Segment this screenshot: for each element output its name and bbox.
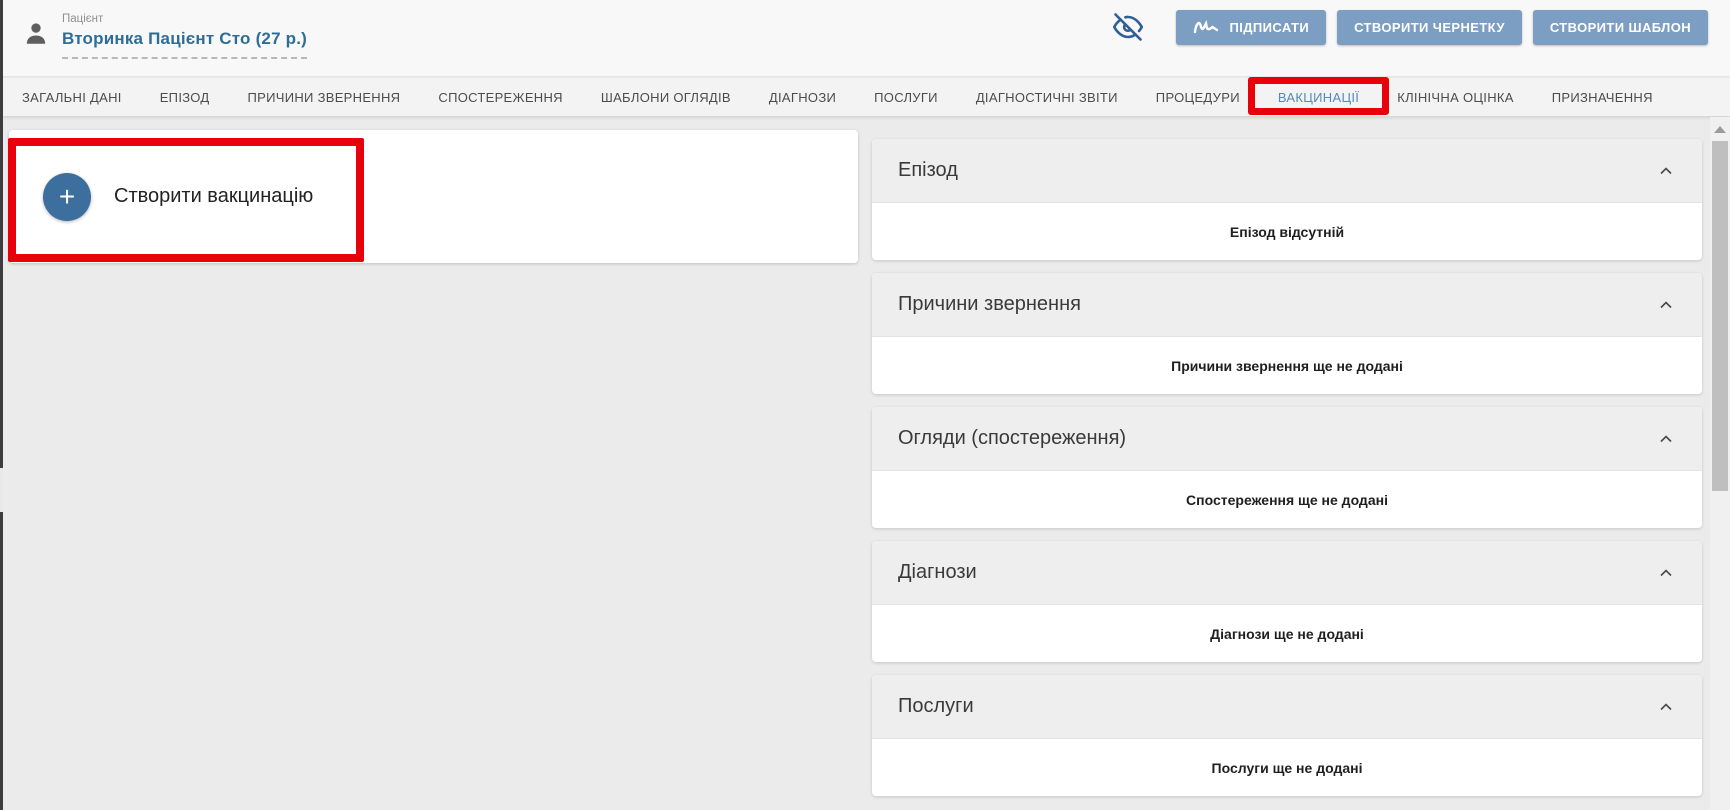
tab-exam-templates[interactable]: ШАБЛОНИ ОГЛЯДІВ	[582, 78, 750, 116]
chevron-up-icon[interactable]	[1656, 429, 1676, 449]
section-episode: Епізод Епізод відсутній	[872, 139, 1702, 260]
section-visit-reasons: Причини звернення Причини звернення ще н…	[872, 273, 1702, 394]
patient-info-block[interactable]: Пацієнт Вторинка Пацієнт Сто (27 р.)	[23, 13, 307, 59]
chevron-up-icon[interactable]	[1656, 161, 1676, 181]
section-title: Епізод	[898, 159, 958, 182]
tab-general-data[interactable]: ЗАГАЛЬНІ ДАНІ	[3, 78, 141, 116]
section-episode-header[interactable]: Епізод	[872, 139, 1702, 203]
chevron-up-icon[interactable]	[1656, 563, 1676, 583]
sidebar-drag-handle[interactable]	[0, 468, 3, 512]
section-empty-text: Епізод відсутній	[872, 203, 1702, 260]
section-empty-text: Діагнози ще не додані	[872, 605, 1702, 662]
sign-button-label: ПІДПИСАТИ	[1229, 20, 1309, 35]
tab-visit-reasons[interactable]: ПРИЧИНИ ЗВЕРНЕННЯ	[228, 78, 419, 116]
header-actions: ПІДПИСАТИ СТВОРИТИ ЧЕРНЕТКУ СТВОРИТИ ШАБ…	[1113, 9, 1708, 45]
patient-name[interactable]: Вторинка Пацієнт Сто (27 р.)	[62, 29, 307, 59]
section-empty-text: Спостереження ще не додані	[872, 471, 1702, 528]
tab-diagnoses[interactable]: ДІАГНОЗИ	[750, 78, 855, 116]
section-title: Причини звернення	[898, 293, 1081, 316]
signature-icon	[1193, 18, 1219, 36]
patient-label: Пацієнт	[62, 13, 307, 25]
patient-text: Пацієнт Вторинка Пацієнт Сто (27 р.)	[62, 13, 307, 59]
sign-button[interactable]: ПІДПИСАТИ	[1176, 10, 1326, 45]
plus-glyph: +	[59, 183, 75, 211]
tab-observations[interactable]: СПОСТЕРЕЖЕННЯ	[419, 78, 582, 116]
tab-clinical-assessment[interactable]: КЛІНІЧНА ОЦІНКА	[1378, 78, 1533, 116]
tab-diagnostic-reports[interactable]: ДІАГНОСТИЧНІ ЗВІТИ	[957, 78, 1137, 116]
scroll-up-arrow[interactable]	[1714, 126, 1726, 133]
section-title: Послуги	[898, 695, 974, 718]
record-tabs: ЗАГАЛЬНІ ДАНІ ЕПІЗОД ПРИЧИНИ ЗВЕРНЕННЯ С…	[3, 78, 1730, 116]
section-title: Діагнози	[898, 561, 977, 584]
section-visit-reasons-header[interactable]: Причини звернення	[872, 273, 1702, 337]
section-empty-text: Причини звернення ще не додані	[872, 337, 1702, 394]
section-observations-header[interactable]: Огляди (спостереження)	[872, 407, 1702, 471]
tab-vaccinations-label: ВАКЦИНАЦІЇ	[1278, 90, 1359, 105]
create-vaccination-card[interactable]: + Створити вакцинацію	[9, 130, 858, 263]
tab-services[interactable]: ПОСЛУГИ	[855, 78, 957, 116]
collapsed-sidebar-edge[interactable]	[0, 0, 3, 810]
section-services-header[interactable]: Послуги	[872, 675, 1702, 739]
create-draft-label: СТВОРИТИ ЧЕРНЕТКУ	[1354, 20, 1505, 35]
tab-procedures[interactable]: ПРОЦЕДУРИ	[1137, 78, 1259, 116]
chevron-up-icon[interactable]	[1656, 295, 1676, 315]
create-vaccination-label[interactable]: Створити вакцинацію	[114, 185, 313, 208]
patient-header: Пацієнт Вторинка Пацієнт Сто (27 р.) ПІД…	[3, 0, 1730, 77]
tab-prescriptions[interactable]: ПРИЗНАЧЕННЯ	[1533, 78, 1672, 116]
create-template-label: СТВОРИТИ ШАБЛОН	[1550, 20, 1691, 35]
vertical-scrollbar[interactable]	[1710, 117, 1730, 810]
section-diagnoses: Діагнози Діагнози ще не додані	[872, 541, 1702, 662]
eye-off-icon[interactable]	[1113, 12, 1143, 42]
section-services: Послуги Послуги ще не додані	[872, 675, 1702, 796]
create-draft-button[interactable]: СТВОРИТИ ЧЕРНЕТКУ	[1337, 10, 1522, 45]
chevron-up-icon[interactable]	[1656, 697, 1676, 717]
tab-vaccinations[interactable]: ВАКЦИНАЦІЇ	[1259, 78, 1378, 116]
summary-panel: Епізод Епізод відсутній Причини зверненн…	[872, 139, 1702, 809]
section-title: Огляди (спостереження)	[898, 427, 1126, 450]
plus-icon[interactable]: +	[43, 173, 91, 221]
section-empty-text: Послуги ще не додані	[872, 739, 1702, 796]
person-icon	[23, 20, 49, 59]
section-diagnoses-header[interactable]: Діагнози	[872, 541, 1702, 605]
create-template-button[interactable]: СТВОРИТИ ШАБЛОН	[1533, 10, 1708, 45]
tab-episode[interactable]: ЕПІЗОД	[141, 78, 229, 116]
section-observations: Огляди (спостереження) Спостереження ще …	[872, 407, 1702, 528]
scrollbar-thumb[interactable]	[1712, 141, 1728, 491]
